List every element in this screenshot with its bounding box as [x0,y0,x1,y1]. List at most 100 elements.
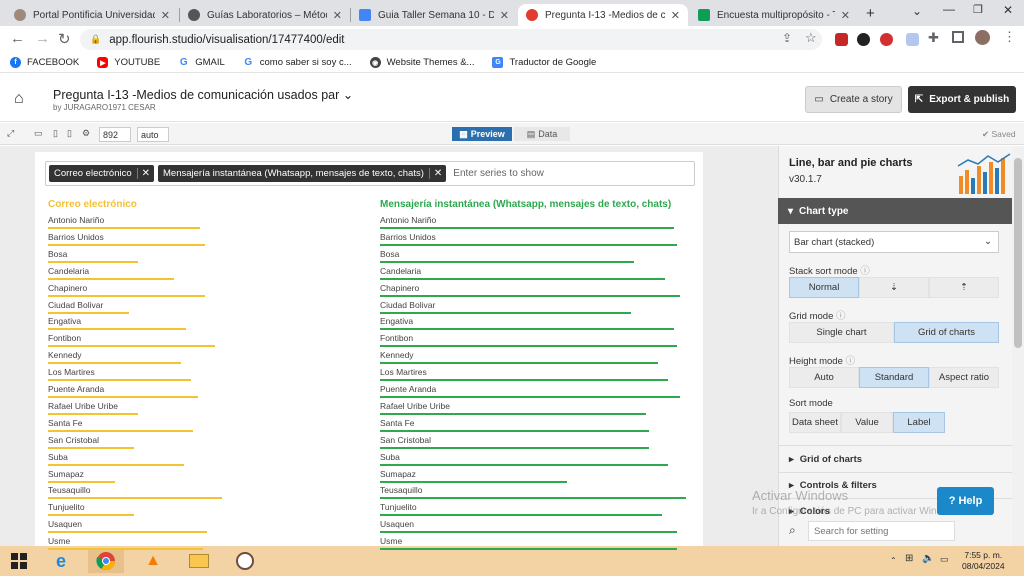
bar[interactable] [380,396,680,398]
remove-chip-icon[interactable]: ✕ [428,168,446,179]
forward-icon[interactable]: → [35,30,50,47]
sort-descending-icon[interactable]: ⇣ [859,277,929,298]
extension-doc-icon[interactable] [906,33,919,46]
bar[interactable] [48,429,194,432]
bar[interactable] [380,463,668,466]
bar[interactable] [380,227,674,229]
bar[interactable] [380,480,567,483]
bar[interactable] [48,548,203,551]
option-auto[interactable]: Auto [789,367,859,388]
bar[interactable] [380,311,631,314]
tab-guias[interactable]: Guías Laboratorios – Métodos ✕ [180,4,350,26]
tab-portal[interactable]: Portal Pontificia Universidad Ja ✕ [6,4,178,26]
bar[interactable] [380,548,677,551]
bar[interactable] [48,531,208,534]
bar[interactable] [380,362,659,365]
option-normal[interactable]: Normal [789,277,859,298]
tab-forms[interactable]: Encuesta multipropósito - TIC ✕ [690,4,858,26]
tab-docs[interactable]: Guia Taller Semana 10 - Docu ✕ [351,4,517,26]
bar[interactable] [48,227,201,229]
bar[interactable] [380,497,686,500]
windows-start-icon[interactable] [6,549,32,573]
language-icon[interactable]: ▭ [940,554,949,565]
bookmark-como-saber[interactable]: Gcomo saber si soy c... [242,57,352,68]
tab-data[interactable]: ▤ Data [514,127,570,141]
close-window-icon[interactable]: ✕ [1003,3,1013,17]
bar[interactable] [48,328,187,331]
extension-red-icon[interactable] [835,33,848,46]
bookmark-facebook[interactable]: f FACEBOOK [10,57,79,68]
bookmark-star-icon[interactable]: ☆ [805,30,817,46]
extension-circle-icon[interactable] [880,33,893,46]
series-filter[interactable]: Correo electrónico ✕ Mensajería instantán… [45,161,695,186]
restore-icon[interactable]: ❐ [973,3,983,16]
bar[interactable] [380,277,665,280]
section-grid-of-charts[interactable]: ▸ Grid of charts [789,454,862,465]
fullscreen-icon[interactable]: ⤢ [7,128,14,139]
width-input[interactable] [99,127,131,142]
option-single-chart[interactable]: Single chart [789,322,894,343]
bar[interactable] [48,446,134,449]
bar[interactable] [48,396,198,398]
scrollbar-thumb[interactable] [1014,158,1022,348]
desktop-view-icon[interactable]: ▭ [34,128,43,139]
profile-avatar[interactable] [975,30,990,45]
bookmark-gmail[interactable]: G GMAIL [178,57,225,68]
bar[interactable] [48,463,184,466]
address-bar[interactable]: 🔒 app.flourish.studio/visualisation/1747… [80,29,822,50]
option-value[interactable]: Value [841,412,893,433]
export-publish-button[interactable]: ⇱ Export & publish [908,86,1016,113]
speaker-icon[interactable]: 🔈 [922,553,934,564]
tablet-view-icon[interactable]: ▯ [53,128,58,139]
bar[interactable] [380,294,680,297]
search-setting-input[interactable] [808,521,955,541]
bar[interactable] [48,497,222,500]
info-icon[interactable]: ⓘ [860,266,870,277]
minimize-icon[interactable]: — [943,2,955,16]
panel-scrollbar[interactable] [1012,146,1024,546]
tab-search-icon[interactable]: ⌄ [912,4,922,18]
bar[interactable] [380,531,677,534]
bar[interactable] [48,514,134,517]
bar[interactable] [380,260,634,263]
chart-type-select[interactable]: Bar chart (stacked) ⌄ [789,231,999,253]
create-story-button[interactable]: ▭ Create a story [805,86,902,113]
bookmark-website-themes[interactable]: ◉ Website Themes &... [369,57,474,68]
home-icon[interactable]: ⌂ [14,90,24,108]
option-aspect-ratio[interactable]: Aspect ratio [929,367,999,388]
sort-ascending-icon[interactable]: ⇡ [929,277,999,298]
option-standard[interactable]: Standard [859,367,929,388]
bar[interactable] [380,514,662,517]
help-button[interactable]: ? Help [937,487,994,515]
chevron-down-icon[interactable]: ⌄ [343,88,353,102]
bar[interactable] [48,379,191,382]
option-data-sheet[interactable]: Data sheet [789,412,841,433]
network-icon[interactable]: ⊞ [905,553,913,564]
tab-flourish-active[interactable]: Pregunta I-13 -Medios de com ✕ [518,4,688,26]
bar[interactable] [380,429,650,432]
close-tab-icon[interactable]: ✕ [671,9,680,22]
extensions-puzzle-icon[interactable]: ✚ [928,30,939,46]
bar[interactable] [380,446,650,449]
info-icon[interactable]: ⓘ [846,356,856,367]
close-tab-icon[interactable]: ✕ [333,9,342,22]
height-input[interactable] [137,127,169,142]
bar[interactable] [48,480,115,483]
bookmark-youtube[interactable]: ▶ YOUTUBE [97,57,160,68]
back-icon[interactable]: ← [10,30,25,47]
info-icon[interactable]: ⓘ [836,311,846,322]
series-chip[interactable]: Correo electrónico ✕ [49,165,155,182]
side-panel-icon[interactable] [952,31,964,43]
reload-icon[interactable]: ↻ [58,30,71,48]
new-tab-icon[interactable]: + [866,5,875,22]
section-chart-type[interactable]: ▾ Chart type [778,198,1012,224]
bar[interactable] [48,345,215,348]
bar[interactable] [48,412,139,415]
bar[interactable] [48,294,206,297]
browser-menu-icon[interactable]: ⋮ [1003,29,1016,45]
bar[interactable] [380,412,647,415]
bar[interactable] [380,243,677,246]
close-tab-icon[interactable]: ✕ [500,9,509,22]
tab-preview[interactable]: ▦ Preview [452,127,512,141]
share-icon[interactable]: ⇪ [782,31,792,45]
